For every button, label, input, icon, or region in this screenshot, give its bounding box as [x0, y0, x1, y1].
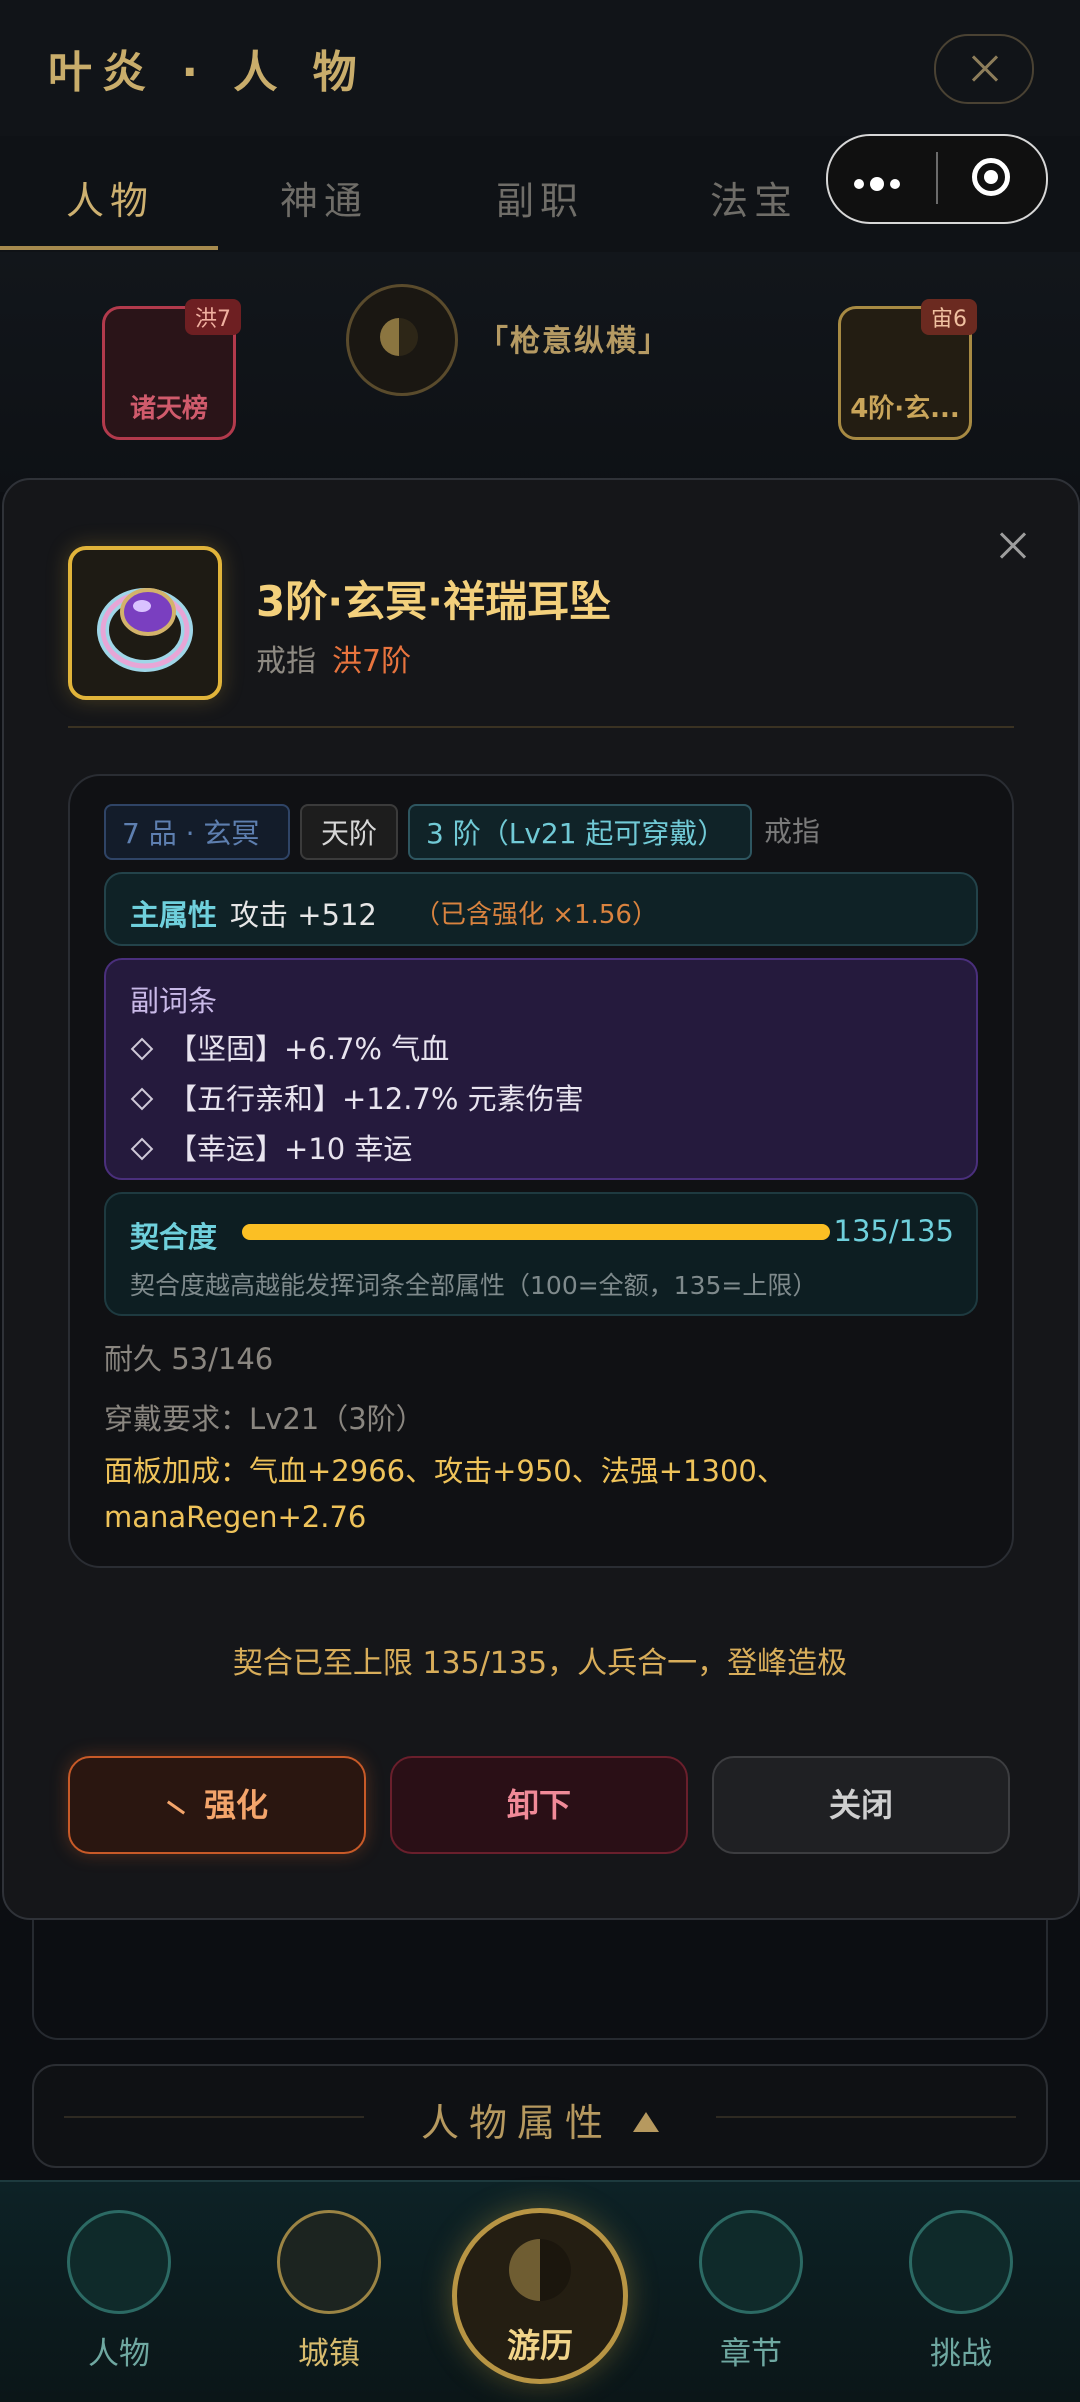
more-icon[interactable] — [854, 174, 906, 193]
item-name: 3阶·玄冥·祥瑞耳坠 — [256, 577, 612, 626]
weapon-grade-badge: 洪7 — [185, 299, 241, 335]
modal-close-icon[interactable] — [996, 528, 1030, 562]
stage-chip: 3 阶（Lv21 起可穿戴） — [408, 804, 752, 860]
item-icon — [68, 546, 222, 700]
enhance-button[interactable]: 强化 — [68, 1756, 366, 1854]
nav-label: 挑战 — [930, 2336, 992, 2372]
bracer-name: 4阶·玄... — [850, 394, 960, 424]
item-tier: 洪7阶 — [332, 644, 412, 679]
modal-divider — [68, 726, 1014, 728]
yin-yang-icon — [509, 2239, 571, 2301]
quality-chip: 7 品 · 玄冥 — [104, 804, 290, 860]
diamond-icon — [130, 1137, 154, 1161]
affinity-value: 135/135 — [833, 1214, 954, 1248]
yin-yang-icon — [380, 318, 418, 356]
nav-challenge[interactable]: 挑战 — [886, 2210, 1036, 2373]
diamond-icon — [130, 1087, 154, 1111]
nav-label: 人物 — [88, 2336, 150, 2372]
tab-powers[interactable]: 神通 — [280, 170, 368, 225]
tab-character[interactable]: 人物 — [66, 170, 154, 225]
requirement-text: 穿戴要求：Lv21（3阶） — [104, 1402, 425, 1436]
durability-text: 耐久 53/146 — [104, 1342, 274, 1376]
close-button[interactable]: 关闭 — [712, 1756, 1010, 1854]
equipment-panel — [32, 1904, 1048, 2040]
hammer-icon — [166, 1800, 186, 1814]
main-attribute-box: 主属性 攻击 +512 （已含强化 ×1.56） — [104, 872, 978, 946]
affinity-label: 契合度 — [130, 1220, 218, 1254]
town-icon — [277, 2210, 381, 2314]
sword-icon — [909, 2210, 1013, 2314]
weapon-name: 诸天榜 — [129, 394, 208, 424]
main-attr-label: 主属性 — [130, 898, 218, 932]
affinity-note: 契合度越高越能发挥词条全部属性（100=全额，135=上限） — [130, 1271, 818, 1300]
skill-name: 「枪意纵横」 — [478, 324, 670, 359]
tab-treasure[interactable]: 法宝 — [710, 170, 798, 225]
nav-travel[interactable]: 游历 — [452, 2208, 628, 2384]
nav-chapter[interactable]: 章节 — [676, 2210, 826, 2373]
slot-label: 戒指 — [764, 815, 821, 848]
sub-attributes-box: 副词条 【坚固】+6.7% 气血 【五行亲和】+12.7% 元素伤害 【幸运】+… — [104, 958, 978, 1180]
sub-attr-title: 副词条 — [130, 984, 218, 1018]
nav-label: 城镇 — [298, 2336, 360, 2372]
header-close-button[interactable] — [934, 34, 1034, 104]
nav-label: 章节 — [720, 2336, 782, 2372]
diamond-icon — [130, 1037, 154, 1061]
sub-attr-line: 【五行亲和】+12.7% 元素伤害 — [130, 1076, 584, 1118]
exit-target-icon[interactable] — [972, 158, 1010, 196]
affinity-progress-bar — [242, 1224, 830, 1240]
nav-character[interactable]: 人物 — [44, 2210, 194, 2373]
scroll-icon — [699, 2210, 803, 2314]
attr-toggle-label: 人物属性 — [34, 2092, 1046, 2147]
tab-side-job[interactable]: 副职 — [496, 170, 584, 225]
character-avatar-icon — [67, 2210, 171, 2314]
sub-attr-line: 【幸运】+10 幸运 — [130, 1126, 412, 1168]
equip-slot-bracer[interactable]: 宙6 4阶·玄... — [838, 299, 977, 440]
bracer-grade-badge: 宙6 — [921, 299, 977, 335]
item-slot: 戒指 — [256, 644, 316, 679]
character-attributes-toggle[interactable]: 人物属性 — [32, 2064, 1048, 2168]
triangle-up-icon — [633, 2112, 659, 2132]
unequip-button[interactable]: 卸下 — [390, 1756, 688, 1854]
affinity-box: 契合度 135/135 契合度越高越能发挥词条全部属性（100=全额，135=上… — [104, 1192, 978, 1316]
page-title: 叶炎 · 人 物 — [48, 47, 367, 98]
sub-attr-line: 【坚固】+6.7% 气血 — [130, 1026, 449, 1068]
affinity-cap-note: 契合已至上限 135/135，人兵合一，登峰造极 — [232, 1646, 848, 1681]
item-subtitle: 戒指 洪7阶 — [256, 636, 411, 680]
equip-slot-weapon[interactable]: 洪7 诸天榜 — [102, 299, 241, 440]
capsule-divider — [936, 152, 938, 204]
nav-town[interactable]: 城镇 — [254, 2210, 404, 2373]
miniprogram-capsule — [826, 134, 1048, 224]
nav-label: 游历 — [507, 2326, 573, 2365]
main-attr-value: 攻击 +512 — [230, 898, 377, 932]
tab-active-indicator — [0, 246, 218, 250]
panel-bonus-text: 面板加成：气血+2966、攻击+950、法强+1300、manaRegen+2.… — [104, 1454, 786, 1534]
main-attr-note: （已含强化 ×1.56） — [414, 900, 658, 930]
rank-chip: 天阶 — [300, 804, 398, 860]
ring-icon — [97, 588, 193, 672]
